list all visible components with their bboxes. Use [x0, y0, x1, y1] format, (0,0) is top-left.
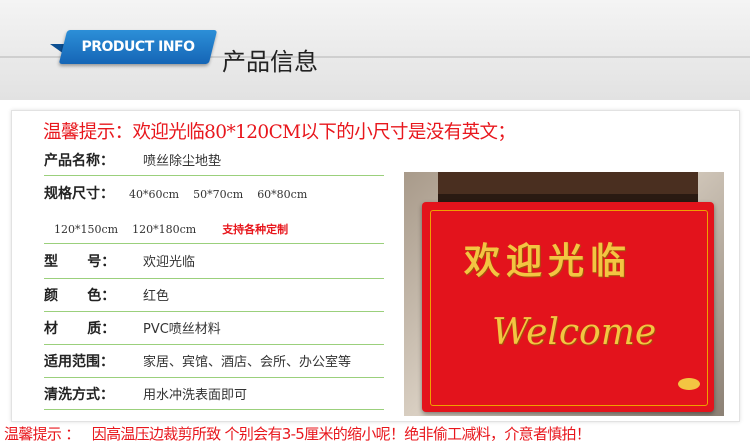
divider — [44, 409, 384, 410]
door-frame — [438, 172, 698, 194]
spec-value: PVC喷丝材料 — [143, 322, 221, 337]
door-threshold — [438, 194, 698, 202]
spec-row-size: 规格尺寸： 40*60cm 50*70cm 60*80cm — [44, 182, 307, 206]
size-option: 50*70cm — [193, 188, 244, 201]
divider — [44, 243, 384, 244]
mat-chinese-text: 欢迎光临 — [464, 240, 633, 282]
spec-value: 喷丝除尘地垫 — [143, 154, 222, 169]
spec-value: 家居、宾馆、酒店、会所、办公室等 — [143, 355, 352, 370]
section-title: 产品信息 — [222, 48, 318, 76]
spec-row-model: 型 号： 欢迎光临 — [44, 250, 195, 274]
mat-welcome-text: Welcome — [492, 312, 657, 353]
notice-bottom: 温馨提示 ： 因高温压边裁剪所致 个别会有3-5厘米的缩小呢！绝非偷工减料，介意… — [4, 425, 591, 443]
spec-label: 颜 色： — [44, 288, 116, 304]
ribbon-label: PRODUCT INFO — [81, 39, 195, 55]
spec-row-color: 颜 色： 红色 — [44, 284, 169, 308]
spec-label: 规格尺寸： — [44, 186, 114, 202]
spec-row-material: 材 质： PVC喷丝材料 — [44, 317, 221, 341]
spec-row-usage: 适用范围： 家居、宾馆、酒店、会所、办公室等 — [44, 350, 351, 374]
divider — [44, 278, 384, 279]
spec-value: 红色 — [143, 289, 170, 304]
size-option: 60*80cm — [257, 188, 308, 201]
spec-row-name: 产品名称： 喷丝除尘地垫 — [44, 149, 221, 173]
notice-top: 温馨提示：欢迎光临80*120CM以下的小尺寸是没有英文； — [43, 122, 516, 143]
spec-label: 型 号： — [44, 254, 116, 270]
spec-label: 清洗方式： — [44, 387, 114, 403]
spec-value: 用水冲洗表面即可 — [143, 388, 248, 403]
divider — [44, 311, 384, 312]
mat-logo-badge — [678, 378, 700, 390]
spec-value: 欢迎光临 — [143, 255, 196, 270]
size-option: 40*60cm — [129, 188, 180, 201]
product-photo: 欢迎光临 Welcome — [404, 172, 724, 416]
divider — [44, 175, 384, 176]
divider — [44, 377, 384, 378]
spec-label: 产品名称： — [44, 153, 114, 169]
spec-row-size-cont: 120*150cm 120*180cm 支持各种定制 — [54, 217, 288, 241]
size-option: 120*180cm — [132, 223, 197, 236]
divider — [44, 344, 384, 345]
spec-row-cleaning: 清洗方式： 用水冲洗表面即可 — [44, 383, 247, 407]
spec-label: 适用范围： — [44, 354, 114, 370]
custom-note: 支持各种定制 — [222, 223, 289, 236]
size-option: 120*150cm — [54, 223, 119, 236]
spec-label: 材 质： — [44, 321, 116, 337]
